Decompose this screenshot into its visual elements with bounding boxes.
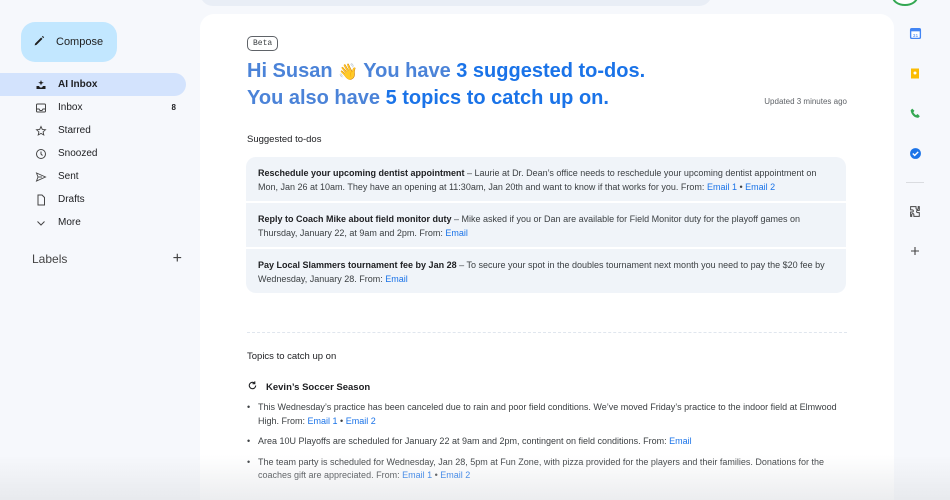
topic-count-link[interactable]: 5 topics to catch up on. bbox=[386, 87, 609, 109]
ai-inbox-icon bbox=[34, 78, 48, 92]
sidebar-item-ai-inbox[interactable]: AI Inbox bbox=[0, 73, 186, 96]
email-link[interactable]: Email bbox=[385, 274, 408, 284]
sidebar-item-inbox[interactable]: Inbox 8 bbox=[0, 96, 190, 119]
ai-inbox-panel: Beta Hi Susan 👋 You have 3 suggested to-… bbox=[200, 14, 894, 500]
topics-section-title: Topics to catch up on bbox=[247, 351, 337, 362]
compose-button[interactable]: Compose bbox=[21, 22, 117, 62]
sidebar-item-starred[interactable]: Starred bbox=[0, 119, 190, 142]
labels-header: Labels + bbox=[32, 250, 182, 268]
bullet-dot: • bbox=[247, 402, 251, 412]
add-label-button[interactable]: + bbox=[173, 250, 182, 268]
sidebar-item-sent[interactable]: Sent bbox=[0, 165, 190, 188]
sidebar-item-label: AI Inbox bbox=[58, 79, 98, 90]
topic-title: Kevin’s Soccer Season bbox=[266, 381, 371, 393]
greeting-line2-prefix: You also have bbox=[247, 87, 386, 109]
draft-file-icon bbox=[34, 193, 48, 207]
email-link[interactable]: Email 1 bbox=[308, 416, 338, 426]
todo-title: Reply to Coach Mike about field monitor … bbox=[258, 214, 452, 224]
send-icon bbox=[34, 170, 48, 184]
sidebar-item-label: Snoozed bbox=[58, 148, 98, 159]
star-icon bbox=[34, 124, 48, 138]
chevron-down-icon bbox=[34, 216, 48, 230]
updated-timestamp: Updated 3 minutes ago bbox=[764, 97, 847, 106]
rail-divider bbox=[906, 182, 924, 183]
section-divider bbox=[247, 332, 847, 333]
email-link[interactable]: Email bbox=[445, 228, 468, 238]
add-icon[interactable] bbox=[908, 244, 922, 258]
link-separator: • bbox=[337, 415, 346, 426]
email-link[interactable]: Email 1 bbox=[402, 470, 432, 480]
topic-heading[interactable]: Kevin’s Soccer Season bbox=[247, 380, 370, 394]
sidebar-item-drafts[interactable]: Drafts bbox=[0, 188, 190, 211]
tasks-icon[interactable] bbox=[908, 146, 922, 160]
topic-bullet: • This Wednesday’s practice has been can… bbox=[247, 401, 837, 428]
refresh-icon bbox=[247, 380, 258, 394]
email-link[interactable]: Email 2 bbox=[346, 416, 376, 426]
todos-section-title: Suggested to-dos bbox=[247, 134, 322, 145]
topic-bullet: • Area 10U Playoffs are scheduled for Ja… bbox=[247, 435, 837, 449]
bullet-text: The team party is scheduled for Wednesda… bbox=[258, 456, 824, 481]
sidebar-item-label: Inbox bbox=[58, 102, 83, 113]
sidebar-item-snoozed[interactable]: Snoozed bbox=[0, 142, 190, 165]
topic-bullet-list: • This Wednesday’s practice has been can… bbox=[247, 401, 837, 490]
todo-count-link[interactable]: 3 suggested to-dos. bbox=[456, 60, 645, 82]
greeting-heading: Hi Susan 👋 You have 3 suggested to-dos. … bbox=[247, 58, 767, 111]
todo-item[interactable]: Pay Local Slammers tournament fee by Jan… bbox=[246, 249, 846, 293]
bullet-dot: • bbox=[247, 456, 251, 467]
sidebar-item-label: Sent bbox=[58, 171, 79, 182]
sidebar-item-label: Drafts bbox=[58, 194, 85, 205]
todo-list: Reschedule your upcoming dentist appoint… bbox=[246, 157, 846, 293]
side-panel-rail: 31 bbox=[897, 0, 933, 500]
link-separator: • bbox=[736, 182, 746, 192]
email-link[interactable]: Email 1 bbox=[707, 182, 737, 192]
todo-title: Pay Local Slammers tournament fee by Jan… bbox=[258, 260, 457, 270]
email-link[interactable]: Email 2 bbox=[440, 470, 470, 480]
bullet-text: Area 10U Playoffs are scheduled for Janu… bbox=[258, 436, 670, 446]
todo-title: Reschedule your upcoming dentist appoint… bbox=[258, 168, 465, 178]
search-bar[interactable] bbox=[200, 0, 712, 6]
sidebar-item-label: Starred bbox=[58, 125, 91, 136]
wave-emoji: 👋 bbox=[338, 62, 359, 81]
todo-item[interactable]: Reschedule your upcoming dentist appoint… bbox=[246, 157, 846, 203]
bullet-dot: • bbox=[247, 436, 251, 446]
nav-list: AI Inbox Inbox 8 Starred Snoozed Sent Dr… bbox=[0, 73, 190, 234]
pencil-icon bbox=[33, 34, 46, 50]
keep-icon[interactable] bbox=[908, 66, 922, 80]
clock-icon bbox=[34, 147, 48, 161]
addons-icon[interactable] bbox=[908, 204, 922, 218]
inbox-icon bbox=[34, 101, 48, 115]
email-link[interactable]: Email 2 bbox=[745, 182, 775, 192]
compose-label: Compose bbox=[56, 36, 104, 48]
calendar-icon[interactable]: 31 bbox=[908, 26, 922, 40]
email-link[interactable]: Email bbox=[669, 436, 692, 446]
greeting-mid: You have bbox=[358, 60, 457, 82]
todo-item[interactable]: Reply to Coach Mike about field monitor … bbox=[246, 203, 846, 249]
phone-icon[interactable] bbox=[908, 106, 922, 120]
beta-badge: Beta bbox=[247, 36, 279, 51]
sidebar: Compose AI Inbox Inbox 8 Starred Snoozed… bbox=[0, 0, 196, 500]
sidebar-item-more[interactable]: More bbox=[0, 211, 190, 234]
svg-text:31: 31 bbox=[912, 32, 918, 38]
unread-count: 8 bbox=[171, 103, 176, 112]
topic-bullet: • The team party is scheduled for Wednes… bbox=[247, 456, 837, 483]
sidebar-item-label: More bbox=[58, 217, 81, 228]
labels-title: Labels bbox=[32, 252, 68, 266]
greeting-prefix: Hi Susan bbox=[247, 60, 339, 82]
